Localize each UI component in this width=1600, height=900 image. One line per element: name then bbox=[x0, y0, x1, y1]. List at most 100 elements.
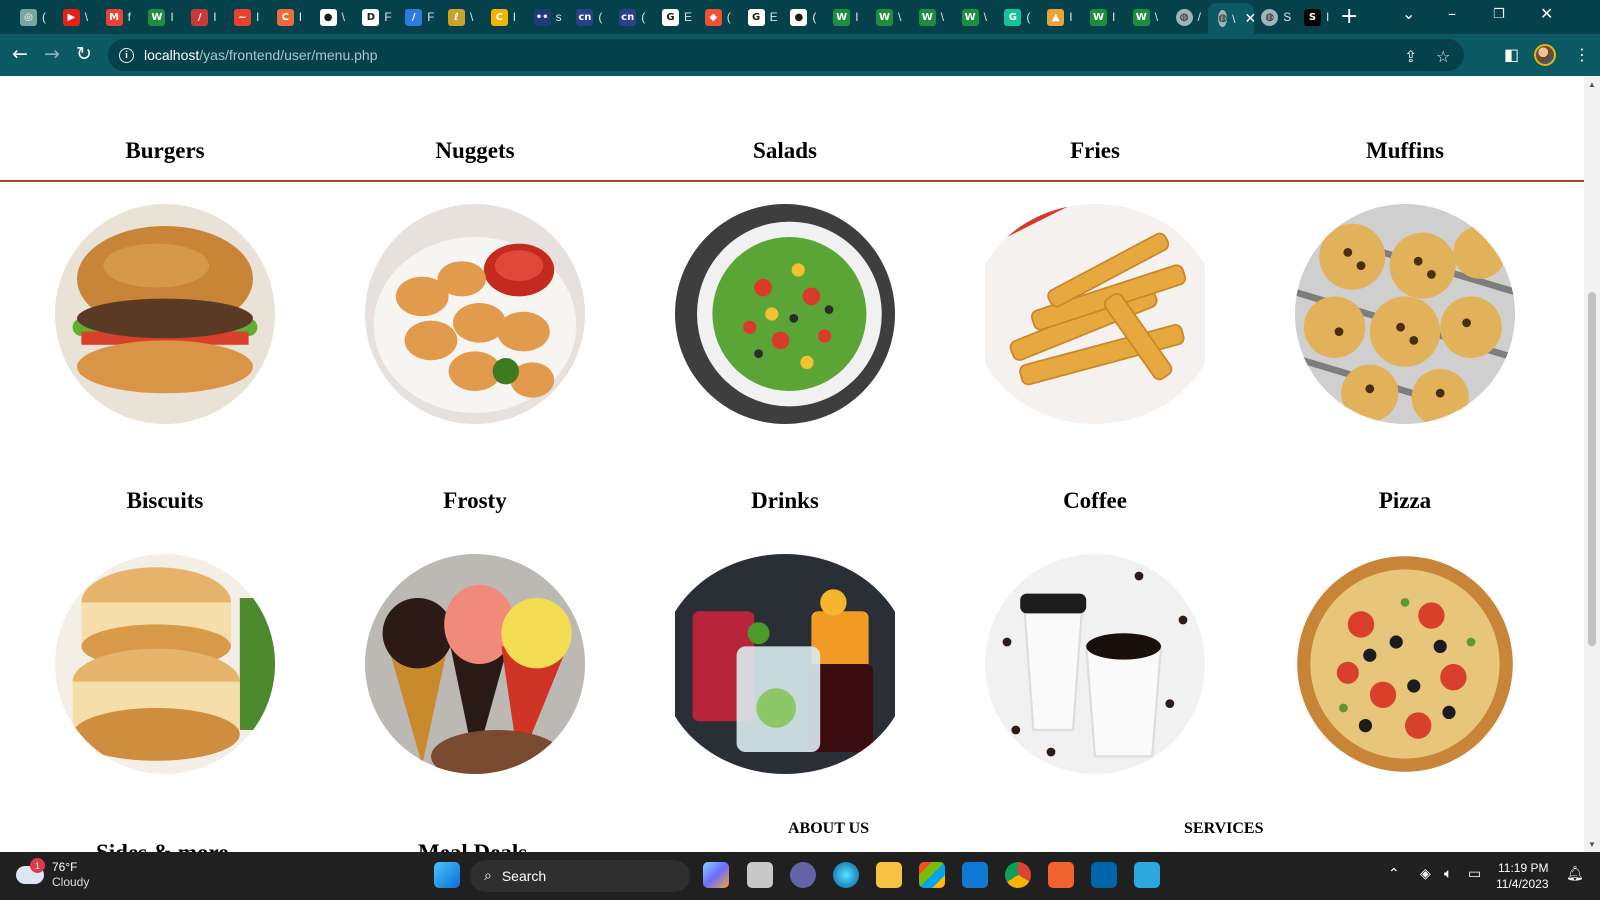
browser-tab[interactable]: / I bbox=[181, 5, 225, 29]
edge-icon[interactable] bbox=[833, 862, 859, 888]
browser-tab[interactable]: ℓ \ bbox=[438, 5, 482, 29]
task-view-icon[interactable] bbox=[747, 862, 773, 888]
category-title[interactable]: Biscuits bbox=[15, 488, 315, 514]
browser-tab[interactable]: ◍ \ ✕ bbox=[1208, 3, 1256, 34]
windows-start-icon[interactable] bbox=[434, 862, 460, 888]
browser-tab[interactable]: W \ bbox=[1123, 5, 1167, 29]
browser-tab[interactable]: W \ bbox=[952, 5, 996, 29]
browser-tab[interactable]: cn ( bbox=[609, 5, 653, 29]
browser-tab[interactable]: GE bbox=[652, 5, 696, 29]
browser-tab[interactable]: ◍ / bbox=[1166, 5, 1210, 29]
browser-tab[interactable]: ◍ S bbox=[1251, 5, 1295, 29]
drinks-image[interactable] bbox=[660, 554, 910, 774]
browser-tab[interactable]: CI bbox=[481, 5, 525, 29]
back-arrow-icon[interactable]: ← bbox=[12, 44, 28, 64]
close-window-icon[interactable]: ✕ bbox=[1540, 4, 1553, 23]
category-title[interactable]: Sides & more bbox=[96, 840, 228, 852]
share-icon[interactable]: ⇪ bbox=[1404, 47, 1417, 66]
side-panel-icon[interactable]: ◧ bbox=[1504, 45, 1519, 65]
forward-arrow-icon[interactable]: → bbox=[44, 44, 60, 64]
frosty-image[interactable] bbox=[365, 554, 585, 774]
url-text: localhost/yas/frontend/user/menu.php bbox=[144, 47, 378, 63]
network-icon[interactable]: ◈ bbox=[1420, 866, 1431, 882]
browser-tab[interactable]: ◎( bbox=[10, 5, 54, 29]
category-title[interactable]: Muffins bbox=[1255, 138, 1555, 164]
browser-tab[interactable]: SI bbox=[1294, 5, 1338, 29]
category-title[interactable]: Fries bbox=[945, 138, 1245, 164]
copilot-icon[interactable] bbox=[703, 862, 729, 888]
category-title[interactable]: Pizza bbox=[1255, 488, 1555, 514]
profile-avatar[interactable] bbox=[1534, 44, 1556, 66]
browser-tab[interactable]: ◆( bbox=[695, 5, 739, 29]
browser-tab[interactable]: ~ I bbox=[224, 5, 268, 29]
store-icon[interactable] bbox=[919, 862, 945, 888]
browser-tab[interactable]: ▲ I bbox=[1037, 5, 1081, 29]
tab-title: I bbox=[1326, 10, 1330, 24]
xampp-icon[interactable] bbox=[1048, 862, 1074, 888]
category-title[interactable]: Drinks bbox=[635, 488, 935, 514]
weather-widget[interactable]: 1 76°F Cloudy bbox=[16, 858, 89, 890]
browser-tab[interactable]: CI bbox=[267, 5, 311, 29]
tab-title: ( bbox=[726, 10, 731, 24]
tab-title: I bbox=[256, 10, 260, 24]
category-title[interactable]: Nuggets bbox=[325, 138, 625, 164]
file-explorer-icon[interactable] bbox=[876, 862, 902, 888]
new-tab-button[interactable]: + bbox=[1340, 4, 1358, 29]
taskbar-search-box[interactable]: ⌕ Search bbox=[470, 860, 690, 892]
clock[interactable]: 11:19 PM 11/4/2023 bbox=[1496, 860, 1549, 892]
category-title[interactable]: Burgers bbox=[15, 138, 315, 164]
tab-strip: ◎(▶ \ Mf W I / I ~ I C I ● \ D F / Fℓ \ C I •• s cn(cn(G E ◆(G E ●… bbox=[0, 0, 1600, 34]
notepad-icon[interactable] bbox=[1134, 862, 1160, 888]
vscode-icon[interactable] bbox=[1091, 862, 1117, 888]
reload-icon[interactable]: ↻ bbox=[76, 44, 92, 64]
pizza-image[interactable] bbox=[1295, 554, 1515, 774]
category-title[interactable]: Meal Deals bbox=[418, 840, 527, 852]
browser-tab[interactable]: •• s bbox=[524, 5, 568, 29]
scroll-up-icon[interactable]: ▲ bbox=[1588, 80, 1596, 89]
browser-tab[interactable]: ● \ bbox=[310, 5, 354, 29]
gmail-icon: M bbox=[105, 8, 123, 26]
browser-tab[interactable]: WI bbox=[823, 5, 867, 29]
browser-tab[interactable]: cn ( bbox=[566, 5, 610, 29]
chrome-icon[interactable] bbox=[1005, 862, 1031, 888]
menu-kebab-icon[interactable]: ⋮ bbox=[1574, 45, 1590, 65]
mail-icon[interactable] bbox=[962, 862, 988, 888]
browser-tab[interactable]: ▶ \ bbox=[53, 5, 97, 29]
restore-icon[interactable]: ❐ bbox=[1493, 7, 1505, 22]
scroll-thumb[interactable] bbox=[1588, 292, 1596, 646]
browser-tab[interactable]: Mf bbox=[96, 5, 140, 29]
teams-chat-icon[interactable] bbox=[790, 862, 816, 888]
browser-tab[interactable]: ●( bbox=[780, 5, 824, 29]
browser-tab[interactable]: W \ bbox=[909, 5, 953, 29]
scroll-down-icon[interactable]: ▼ bbox=[1588, 840, 1596, 849]
biscuits-image[interactable] bbox=[55, 554, 275, 774]
category-title[interactable]: Frosty bbox=[325, 488, 625, 514]
site-info-icon[interactable]: i bbox=[119, 47, 134, 63]
volume-icon[interactable]: 🔈︎ bbox=[1444, 866, 1452, 882]
browser-tab[interactable]: GE bbox=[738, 5, 782, 29]
category-title[interactable]: Coffee bbox=[945, 488, 1245, 514]
browser-tab[interactable]: WI bbox=[138, 5, 182, 29]
muffins-image[interactable] bbox=[1295, 204, 1515, 424]
address-bar[interactable]: i localhost/yas/frontend/user/menu.php ⇪… bbox=[108, 39, 1464, 71]
notifications-bell-icon[interactable]: 🔔︎ bbox=[1566, 866, 1584, 882]
tab-title: E bbox=[769, 10, 778, 24]
browser-tab[interactable]: G( bbox=[994, 5, 1038, 29]
battery-icon[interactable]: ▭ bbox=[1468, 866, 1481, 882]
nuggets-image[interactable] bbox=[365, 204, 585, 424]
browser-tab[interactable]: WI bbox=[1080, 5, 1124, 29]
show-hidden-icons-icon[interactable]: ⌃ bbox=[1388, 866, 1400, 882]
fries-image[interactable] bbox=[972, 204, 1218, 424]
category-title[interactable]: Salads bbox=[635, 138, 935, 164]
tab-title: \ bbox=[898, 10, 902, 24]
bookmark-star-icon[interactable]: ☆ bbox=[1436, 47, 1450, 66]
minimize-icon[interactable]: – bbox=[1448, 4, 1456, 23]
burger-image[interactable] bbox=[55, 204, 275, 424]
browser-tab[interactable]: / F bbox=[395, 5, 439, 29]
salad-image[interactable] bbox=[675, 204, 895, 424]
coffee-image[interactable] bbox=[985, 554, 1205, 774]
tab-search-icon[interactable]: ⌄ bbox=[1402, 4, 1415, 23]
browser-tab[interactable]: W \ bbox=[866, 5, 910, 29]
browser-tab[interactable]: DF bbox=[352, 5, 396, 29]
page-scrollbar[interactable]: ▲ ▼ bbox=[1584, 76, 1600, 852]
